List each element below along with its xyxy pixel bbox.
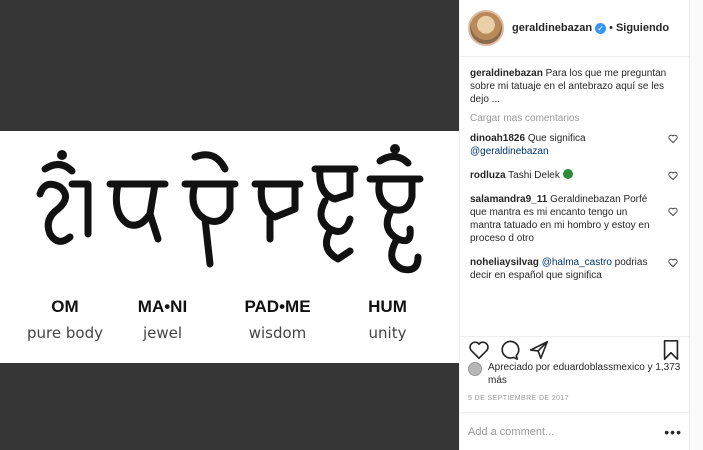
scrollbar-gutter[interactable]: [689, 0, 703, 450]
mantra-word-mani: MA•NI: [137, 297, 188, 316]
load-more-comments-link[interactable]: Cargar mas comentarios: [470, 112, 680, 125]
mantra-meaning-pure-body: pure body: [27, 324, 103, 342]
comment-icon[interactable]: [498, 339, 520, 361]
liker-avatar[interactable]: [468, 362, 482, 376]
comment-item: rodluza Tashi Delek: [470, 169, 680, 182]
comment-text: Que significa: [527, 133, 586, 144]
mantra-word-padme: PAD•ME: [244, 297, 311, 316]
add-comment-input[interactable]: [468, 425, 665, 438]
like-comment-heart-icon[interactable]: [668, 171, 678, 180]
likes-summary: Apreciado por eduardoblassmexico y 1,373…: [468, 361, 682, 387]
header-text: geraldinebazan ✓ • Siguiendo: [512, 22, 669, 34]
likes-text[interactable]: Apreciado por eduardoblassmexico y 1,373…: [488, 361, 682, 387]
comment-item: dinoah1826 Que significa @geraldinebazan: [470, 132, 680, 158]
clover-emoji: [562, 169, 573, 179]
media-pane: OM MA•NI PAD•ME HUM pure body jewel wisd…: [0, 0, 459, 450]
comment-item: noheliaysilvag @halma_castro podrias dec…: [470, 256, 680, 282]
tibetan-script-graphic: [0, 139, 459, 289]
comment-mention[interactable]: @geraldinebazan: [470, 146, 549, 157]
post-actions-bar: [460, 336, 690, 360]
caption-username[interactable]: geraldinebazan: [470, 68, 543, 79]
comment-username[interactable]: noheliaysilvag: [470, 257, 539, 268]
follow-status-button[interactable]: Siguiendo: [616, 22, 669, 34]
share-icon[interactable]: [528, 339, 550, 361]
heart-icon[interactable]: [468, 339, 490, 361]
mantra-word-hum: HUM: [368, 297, 407, 316]
comment-item: salamandra9_11 Geraldinebazan Porfé que …: [470, 193, 680, 245]
comment-text: Tashi Delek: [508, 170, 560, 181]
more-options-icon[interactable]: •••: [664, 424, 682, 440]
mantra-meaning-unity: unity: [368, 324, 407, 342]
verified-icon: ✓: [595, 22, 607, 34]
bookmark-icon[interactable]: [660, 339, 682, 361]
comment-username[interactable]: dinoah1826: [470, 133, 525, 144]
add-comment-bar: •••: [460, 412, 690, 450]
comment-mention[interactable]: @halma_castro: [542, 257, 612, 268]
post-timestamp: 5 DE SEPTIEMBRE DE 2017: [468, 395, 570, 402]
author-username[interactable]: geraldinebazan: [512, 22, 592, 34]
post-header: geraldinebazan ✓ • Siguiendo: [460, 0, 690, 57]
like-comment-heart-icon[interactable]: [668, 258, 678, 267]
comment-username[interactable]: rodluza: [470, 170, 506, 181]
header-separator: •: [609, 22, 613, 34]
mantra-meaning-wisdom: wisdom: [248, 324, 307, 342]
mantra-word-om: OM: [51, 297, 79, 316]
post-image[interactable]: OM MA•NI PAD•ME HUM pure body jewel wisd…: [0, 131, 459, 363]
post-caption: geraldinebazan Para los que me preguntan…: [470, 67, 680, 106]
post-sidebar: geraldinebazan ✓ • Siguiendo geraldineba…: [459, 0, 690, 450]
comments-section: geraldinebazan Para los que me preguntan…: [460, 57, 690, 327]
author-avatar[interactable]: [468, 10, 504, 46]
tibetan-glyphs-drawing: [36, 144, 424, 274]
mantra-meaning-jewel: jewel: [142, 324, 183, 342]
like-comment-heart-icon[interactable]: [668, 207, 678, 216]
like-comment-heart-icon[interactable]: [668, 134, 678, 143]
comment-username[interactable]: salamandra9_11: [470, 194, 547, 205]
